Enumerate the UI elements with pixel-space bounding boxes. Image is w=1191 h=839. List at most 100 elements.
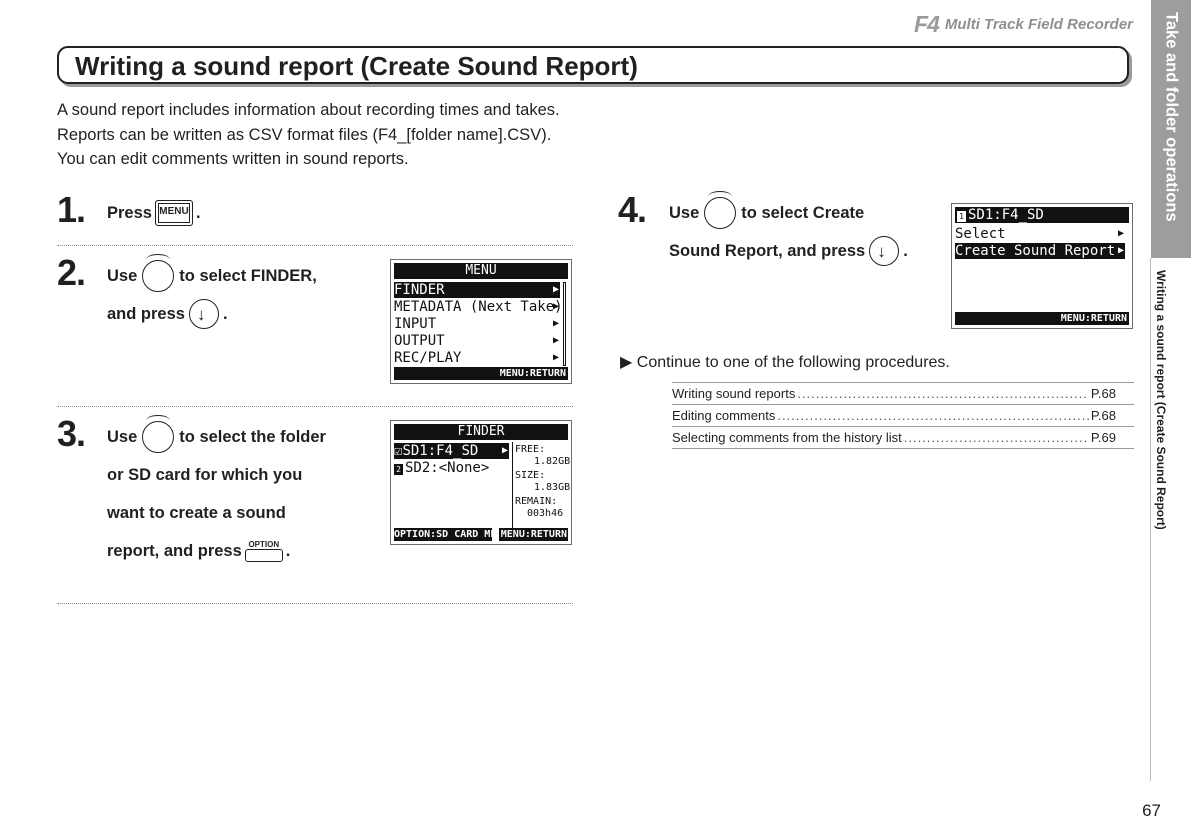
lcd-remain-value: 003h46 bbox=[527, 508, 564, 519]
lcd-free-label: FREE: bbox=[515, 444, 546, 455]
intro-line: A sound report includes information abou… bbox=[57, 101, 560, 119]
lcd-title: MENU bbox=[394, 263, 568, 279]
lcd-finder-item: ☑SD1:F4_SD bbox=[394, 443, 509, 459]
step-text: . bbox=[285, 542, 291, 560]
step-divider bbox=[57, 603, 573, 604]
leader-dots: ........................................… bbox=[797, 386, 1089, 401]
step-number: 4. bbox=[618, 189, 647, 230]
dial-icon bbox=[142, 254, 175, 292]
lcd-size-value: 1.83GB bbox=[534, 482, 571, 493]
step-number: 2. bbox=[57, 252, 86, 293]
procedure-label: Writing sound reports bbox=[672, 386, 796, 401]
lcd-footer-text: MENU:RETURN bbox=[1060, 313, 1127, 324]
lcd-menu-item: REC/PLAY bbox=[394, 350, 462, 366]
press-dial-icon bbox=[869, 236, 900, 266]
procedure-label: Editing comments bbox=[672, 408, 776, 423]
step-4-line2: Sound Report, and press . bbox=[669, 232, 908, 270]
arrow-right-icon: ▶ bbox=[553, 284, 560, 295]
intro-text: A sound report includes information abou… bbox=[57, 98, 560, 172]
step-1-text: Press MENU . bbox=[107, 194, 201, 232]
procedure-link[interactable]: Editing comments .......................… bbox=[672, 404, 1134, 426]
press-dial-icon bbox=[188, 299, 219, 329]
lcd-divider bbox=[512, 442, 513, 528]
brand-header: F4 Multi Track Field Recorder bbox=[914, 11, 1133, 37]
procedures-intro: ▶ Continue to one of the following proce… bbox=[620, 353, 950, 373]
lcd-report-item: Select bbox=[955, 226, 1006, 242]
procedure-link[interactable]: Writing sound reports ..................… bbox=[672, 382, 1134, 404]
leader-dots: ........................................… bbox=[777, 408, 1089, 423]
procedure-page: P.68 bbox=[1090, 408, 1116, 423]
lcd-title: 1 SD1:F4_SD bbox=[955, 207, 1129, 223]
intro-line: You can edit comments written in sound r… bbox=[57, 150, 409, 168]
option-key-button-shape bbox=[244, 549, 283, 562]
leader-dots: ........................................… bbox=[903, 430, 1089, 445]
step-number: 3. bbox=[57, 413, 86, 454]
step-text: and press bbox=[107, 305, 185, 323]
lcd-menu-item: FINDER bbox=[394, 282, 560, 298]
section-side-tab: Take and folder operations bbox=[1151, 0, 1191, 258]
arrow-right-icon: ▶ bbox=[553, 335, 560, 346]
side-tab-label: Take and folder operations bbox=[1162, 12, 1181, 222]
lcd-footer: MENU:RETURN bbox=[955, 312, 1129, 325]
page-title: Writing a sound report (Create Sound Rep… bbox=[75, 51, 638, 81]
lcd-menu-item: METADATA (Next Take) bbox=[394, 299, 563, 315]
step-3-line4: report, and press OPTION . bbox=[107, 532, 290, 570]
option-key-label: OPTION bbox=[248, 540, 280, 549]
lcd-footer: MENU:RETURN bbox=[394, 367, 568, 380]
step-2-line2: and press . bbox=[107, 295, 228, 333]
lcd-free-value: 1.82GB bbox=[534, 456, 571, 467]
lcd-title-text: SD1:F4_SD bbox=[968, 207, 1044, 223]
arrow-right-icon: ▶ bbox=[1118, 228, 1125, 239]
step-3-line2: or SD card for which you bbox=[107, 466, 303, 484]
step-number: 1. bbox=[57, 189, 86, 230]
arrow-right-icon: ▶ bbox=[553, 318, 560, 329]
lcd-report-screen: 1 SD1:F4_SD Select ▶ Create Sound Report … bbox=[951, 203, 1133, 329]
dial-icon bbox=[142, 415, 175, 453]
lcd-finder-screen: FINDER ☑SD1:F4_SD ▶ 2 SD2:<None> FREE: 1.… bbox=[390, 420, 572, 545]
procedure-label: Selecting comments from the history list bbox=[672, 430, 902, 445]
side-subsection-label: Writing a sound report (Create Sound Rep… bbox=[1154, 270, 1168, 530]
triangle-bullet-icon: ▶ bbox=[620, 354, 633, 371]
section-title-box: Writing a sound report (Create Sound Rep… bbox=[57, 46, 1129, 84]
step-text: to select the folder bbox=[179, 428, 326, 446]
step-text: Use bbox=[107, 267, 138, 285]
intro-line: Reports can be written as CSV format fil… bbox=[57, 125, 552, 144]
step-text: report, and press bbox=[107, 542, 242, 560]
lcd-footer-text: MENU:RETURN bbox=[499, 368, 566, 379]
arrow-right-icon: ▶ bbox=[1118, 245, 1125, 256]
step-text: Sound Report, and press bbox=[669, 242, 866, 260]
product-tagline: Multi Track Field Recorder bbox=[944, 15, 1133, 33]
step-divider bbox=[57, 245, 573, 246]
step-text: . bbox=[195, 204, 201, 222]
step-4-line1: Use to select Create bbox=[669, 191, 865, 232]
lcd-finder-item-label: SD1:F4_SD bbox=[402, 443, 479, 459]
lcd-menu-item: INPUT bbox=[394, 316, 437, 332]
step-3-line1: Use to select the folder bbox=[107, 415, 326, 456]
menu-key-icon: MENU bbox=[154, 200, 193, 226]
arrow-right-icon: ▶ bbox=[553, 301, 560, 312]
step-3-line3: want to create a sound bbox=[107, 504, 286, 522]
procedure-page: P.68 bbox=[1090, 386, 1116, 401]
lcd-footer-left: OPTION:SD CARD MENU bbox=[394, 528, 509, 541]
lcd-scrollbar bbox=[563, 282, 566, 366]
step-text: . bbox=[222, 305, 228, 323]
step-text: to select Create bbox=[741, 204, 865, 222]
dial-icon bbox=[704, 191, 737, 229]
lcd-size-label: SIZE: bbox=[515, 470, 546, 481]
lcd-finder-item-label: SD2:<None> bbox=[405, 460, 490, 476]
lcd-report-item: Create Sound Report bbox=[955, 243, 1125, 259]
page-number: 67 bbox=[1142, 801, 1161, 820]
step-text: Use bbox=[669, 204, 700, 222]
slot-2-icon: 2 bbox=[394, 464, 403, 475]
side-divider bbox=[1150, 258, 1151, 781]
step-2-line1: Use to select FINDER, bbox=[107, 254, 317, 295]
lcd-menu-screen: MENU FINDER METADATA (Next Take) INPUT O… bbox=[390, 259, 572, 384]
step-text: . bbox=[903, 242, 908, 260]
step-text: Press bbox=[107, 204, 152, 222]
lcd-finder-item: 2 SD2:<None> bbox=[394, 460, 489, 476]
procedure-link[interactable]: Selecting comments from the history list… bbox=[672, 426, 1134, 449]
product-logo: F4 bbox=[914, 11, 940, 37]
procedure-page: P.69 bbox=[1090, 430, 1116, 445]
step-text: to select FINDER, bbox=[179, 267, 317, 285]
slot-1-icon: 1 bbox=[957, 211, 966, 222]
